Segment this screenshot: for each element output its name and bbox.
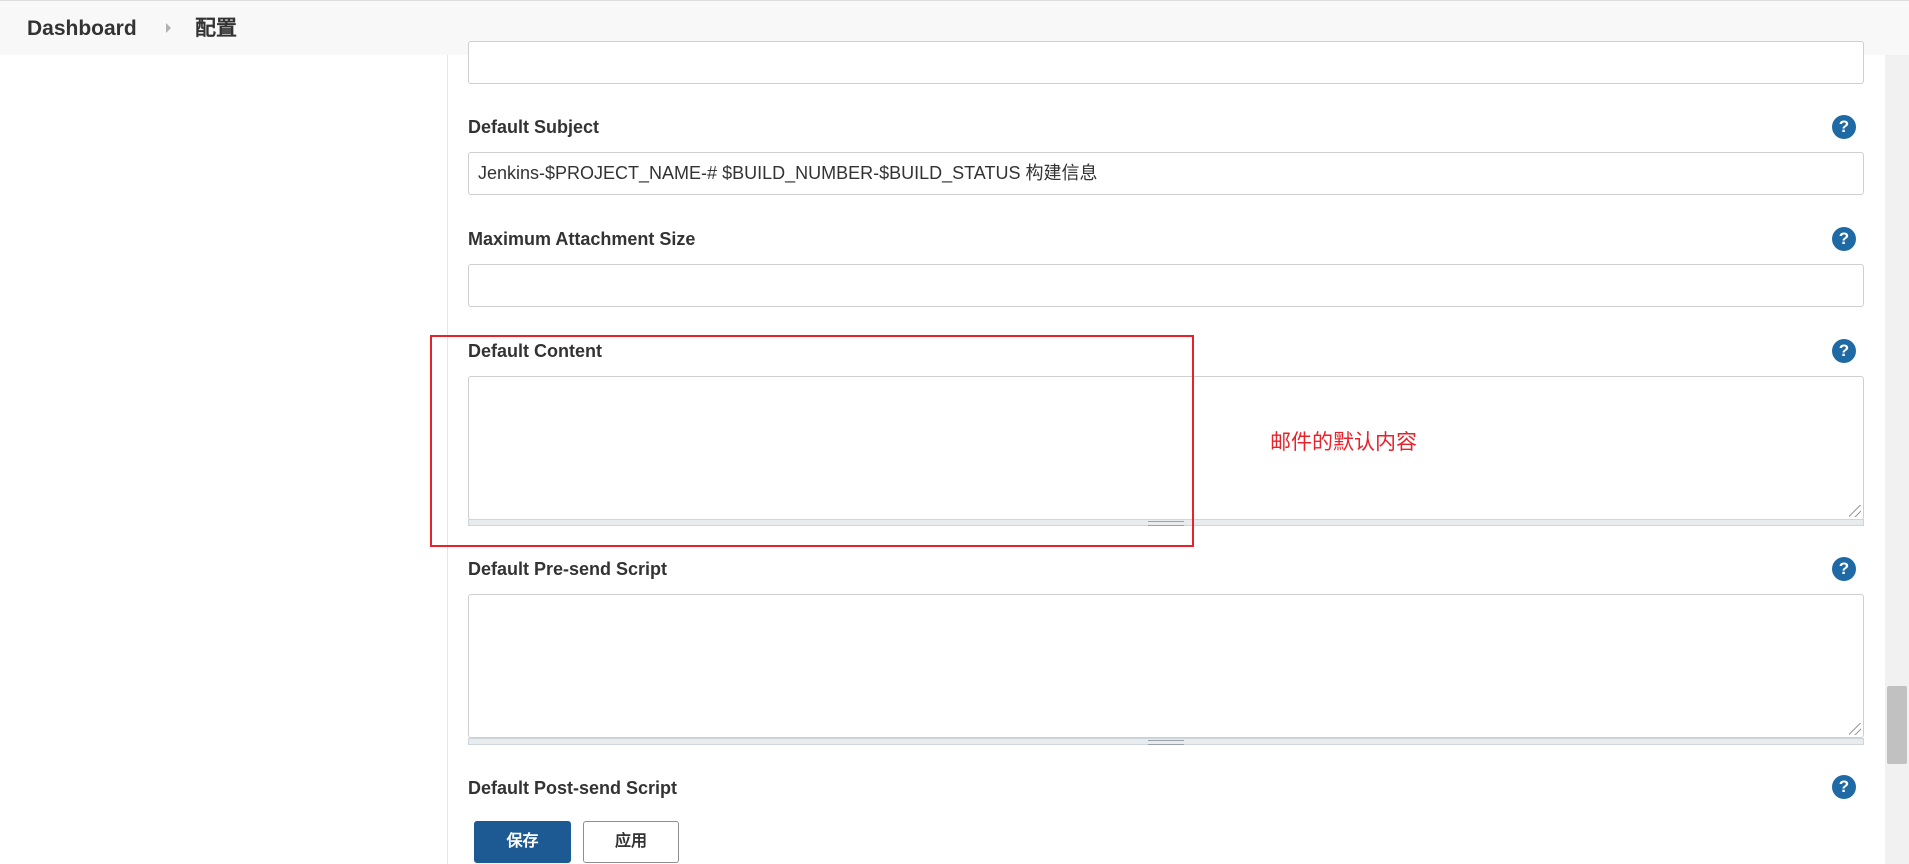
previous-field-input[interactable] xyxy=(468,41,1864,84)
sidebar xyxy=(0,55,447,864)
max-attachment-size-help-icon[interactable]: ? xyxy=(1832,227,1856,251)
pre-send-script-textarea[interactable] xyxy=(468,594,1864,738)
scrollbar-thumb[interactable] xyxy=(1887,686,1907,764)
annotation-text: 邮件的默认内容 xyxy=(1270,431,1417,454)
pre-send-script-help-icon[interactable]: ? xyxy=(1832,557,1856,581)
annotation-highlight-box xyxy=(430,335,1194,547)
pre-send-script-label: Default Pre-send Script xyxy=(468,559,668,579)
resize-grip-icon[interactable] xyxy=(1849,505,1861,517)
default-subject-label: Default Subject xyxy=(468,117,600,137)
max-attachment-size-input[interactable] xyxy=(468,264,1864,307)
post-send-script-help-icon[interactable]: ? xyxy=(1832,775,1856,799)
jenkins-config-page: Dashboard 配置 Default Subject ? Jenkins-$… xyxy=(0,0,1909,864)
apply-button[interactable]: 应用 xyxy=(583,821,679,863)
pre-send-script-drag-bar[interactable] xyxy=(468,738,1864,745)
breadcrumb-current-page: 配置 xyxy=(195,17,237,40)
default-subject-input[interactable]: Jenkins-$PROJECT_NAME-# $BUILD_NUMBER-$B… xyxy=(468,152,1864,195)
max-attachment-size-label: Maximum Attachment Size xyxy=(468,229,696,249)
post-send-script-label: Default Post-send Script xyxy=(468,778,678,798)
default-content-help-icon[interactable]: ? xyxy=(1832,339,1856,363)
drag-handle-icon[interactable] xyxy=(1148,740,1184,745)
default-subject-help-icon[interactable]: ? xyxy=(1832,115,1856,139)
save-button[interactable]: 保存 xyxy=(474,821,571,863)
resize-grip-icon[interactable] xyxy=(1849,723,1861,735)
breadcrumb-dashboard-link[interactable]: Dashboard xyxy=(27,15,137,43)
breadcrumb-chevron-icon[interactable] xyxy=(166,23,171,33)
